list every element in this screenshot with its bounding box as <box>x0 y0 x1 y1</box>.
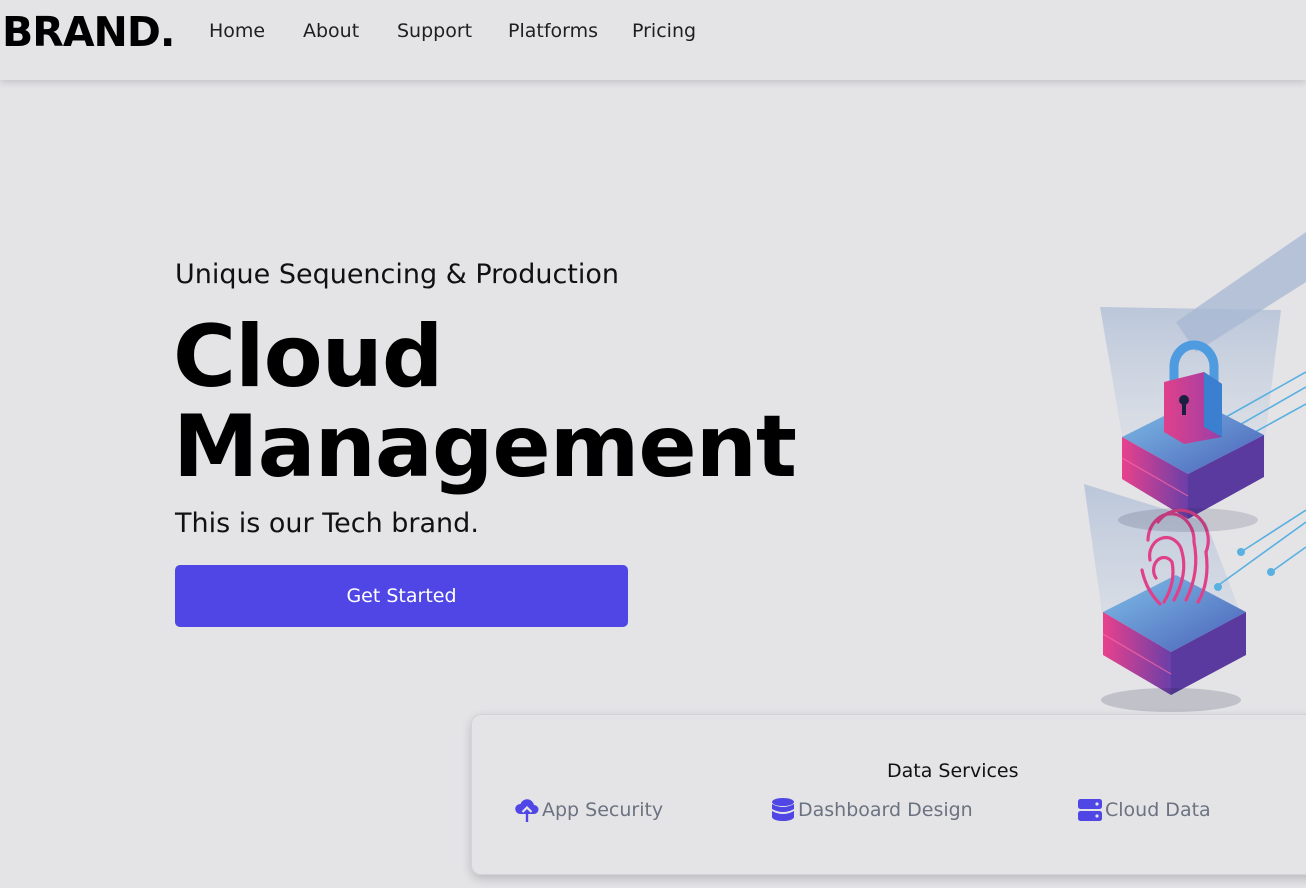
security-illustration <box>1076 222 1306 717</box>
nav-item-about[interactable]: About <box>303 20 359 42</box>
service-dashboard-design[interactable]: Dashboard Design <box>770 795 973 825</box>
service-label: App Security <box>542 799 664 821</box>
hero-description: This is our Tech brand. <box>175 508 479 539</box>
brand-logo[interactable]: BRAND. <box>2 8 175 56</box>
hero-title: Cloud Management <box>173 307 797 497</box>
nav-item-support[interactable]: Support <box>397 20 472 42</box>
service-label: Dashboard Design <box>798 799 973 821</box>
hero-title-line1: Cloud <box>173 307 443 407</box>
service-label: Cloud Data <box>1105 799 1211 821</box>
nav-item-home[interactable]: Home <box>209 20 265 42</box>
cloud-upload-icon <box>514 797 540 823</box>
hero-title-line2: Management <box>173 397 797 497</box>
get-started-button[interactable]: Get Started <box>175 565 628 627</box>
navbar: BRAND. Home About Support Platforms Pric… <box>0 0 1306 80</box>
nav-item-pricing[interactable]: Pricing <box>632 20 696 42</box>
database-icon <box>770 797 796 823</box>
hero-subtitle: Unique Sequencing & Production <box>175 259 620 290</box>
nav-item-platforms[interactable]: Platforms <box>508 20 598 42</box>
server-icon <box>1077 797 1103 823</box>
services-title: Data Services <box>887 760 1019 782</box>
data-services-card: Data Services App Security Dashboard Des… <box>471 714 1306 875</box>
security-illustration-graphic <box>1084 232 1306 712</box>
service-app-security[interactable]: App Security <box>514 795 663 825</box>
service-cloud-data[interactable]: Cloud Data <box>1077 795 1211 825</box>
